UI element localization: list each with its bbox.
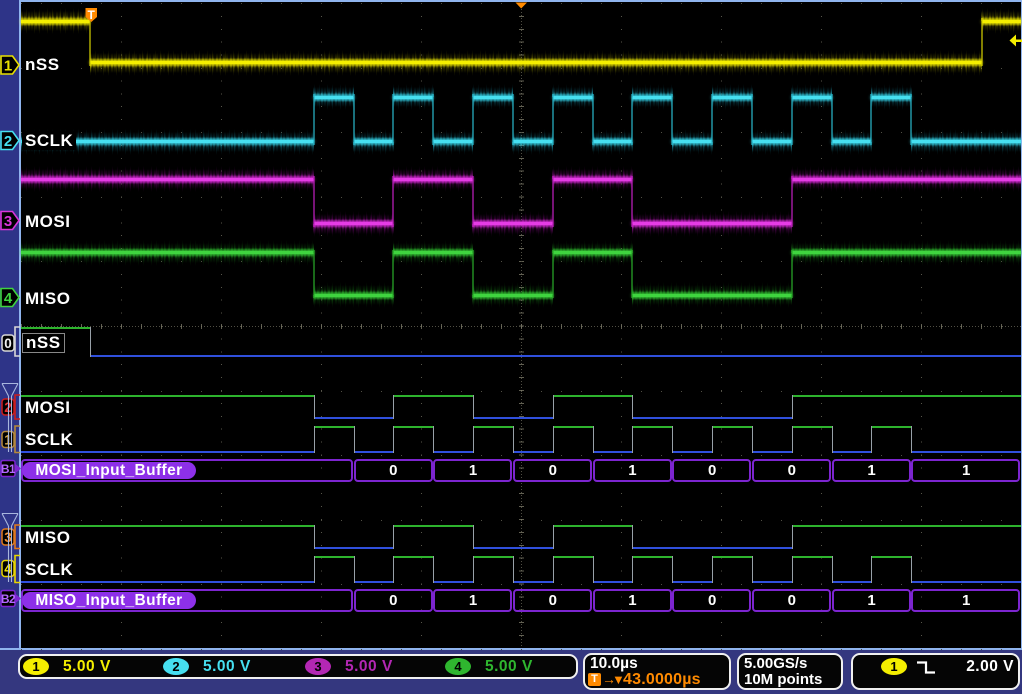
svg-text:3: 3 xyxy=(4,213,12,230)
svg-text:B2: B2 xyxy=(1,592,16,606)
svg-text:B1: B1 xyxy=(1,462,16,476)
svg-text:2: 2 xyxy=(4,133,12,150)
svg-text:1: 1 xyxy=(4,58,12,75)
svg-text:4: 4 xyxy=(4,290,13,307)
svg-text:T: T xyxy=(88,8,96,22)
svg-text:0: 0 xyxy=(4,336,12,351)
